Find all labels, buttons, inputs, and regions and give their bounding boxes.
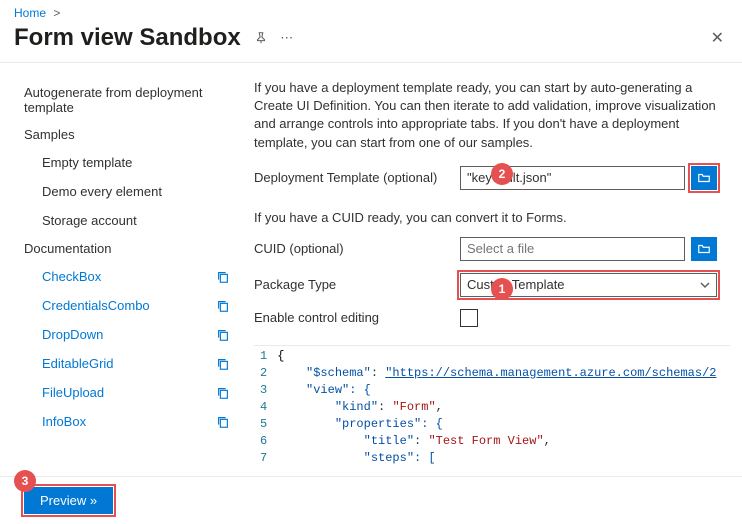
field-label: CUID (optional) (254, 241, 454, 256)
sidebar-item-dropdown[interactable]: DropDown (24, 320, 238, 349)
sidebar-item-label: InfoBox (42, 414, 86, 429)
field-enable-editing: Enable control editing (254, 309, 730, 327)
folder-icon (697, 242, 711, 256)
sidebar-item-label: Demo every element (42, 184, 162, 199)
preview-button[interactable]: Preview » (24, 487, 113, 514)
sidebar-group-documentation[interactable]: Documentation (24, 235, 238, 262)
copy-icon[interactable] (216, 299, 230, 313)
main-content: If you have a deployment template ready,… (246, 63, 742, 493)
copy-icon[interactable] (216, 415, 230, 429)
sidebar-item-checkbox[interactable]: CheckBox (24, 262, 238, 291)
sidebar-item-label: EditableGrid (42, 356, 114, 371)
footer: Preview » (0, 476, 742, 524)
callout-1: 1 (491, 278, 513, 300)
sidebar-item-demo-every-element[interactable]: Demo every element (24, 177, 238, 206)
sidebar-item-label: DropDown (42, 327, 103, 342)
sidebar-item-label: CheckBox (42, 269, 101, 284)
sidebar-item-label: CredentialsCombo (42, 298, 150, 313)
cuid-hint: If you have a CUID ready, you can conver… (254, 210, 730, 225)
field-cuid: CUID (optional) (254, 237, 730, 261)
breadcrumb: Home > (0, 0, 742, 22)
sidebar-item-credentialscombo[interactable]: CredentialsCombo (24, 291, 238, 320)
callout-2: 2 (491, 163, 513, 185)
sidebar-item-label: FileUpload (42, 385, 104, 400)
chevron-right-icon: > (53, 6, 60, 20)
cuid-input[interactable] (460, 237, 685, 261)
chevron-down-icon (700, 280, 710, 290)
folder-icon (697, 171, 711, 185)
enable-editing-checkbox[interactable] (460, 309, 478, 327)
field-label: Enable control editing (254, 310, 454, 325)
copy-icon[interactable] (216, 386, 230, 400)
sidebar-item-editablegrid[interactable]: EditableGrid (24, 349, 238, 378)
browse-cuid-button[interactable] (691, 237, 717, 261)
sidebar-item-empty-template[interactable]: Empty template (24, 148, 238, 177)
more-icon[interactable]: ⋯ (279, 30, 295, 46)
sidebar-item-storage-account[interactable]: Storage account (24, 206, 238, 235)
copy-icon[interactable] (216, 357, 230, 371)
copy-icon[interactable] (216, 328, 230, 342)
sidebar-item-infobox[interactable]: InfoBox (24, 407, 238, 436)
breadcrumb-home[interactable]: Home (14, 6, 46, 20)
select-value: CustomTemplate (467, 277, 565, 292)
sidebar-group-samples[interactable]: Samples (24, 121, 238, 148)
pin-icon[interactable] (253, 30, 269, 46)
browse-deployment-button[interactable] (691, 166, 717, 190)
sidebar-item-fileupload[interactable]: FileUpload (24, 378, 238, 407)
callout-3: 3 (14, 470, 36, 492)
line-gutter: 1234567 (254, 346, 277, 493)
code-content[interactable]: { "$schema": "https://schema.management.… (277, 346, 716, 493)
copy-icon[interactable] (216, 270, 230, 284)
field-label: Package Type (254, 277, 454, 292)
intro-text: If you have a deployment template ready,… (254, 79, 730, 152)
close-icon[interactable]: ✕ (707, 24, 728, 52)
sidebar-item-label: Storage account (42, 213, 137, 228)
page-title: Form view Sandbox (14, 24, 241, 52)
sidebar-item-label: Empty template (42, 155, 132, 170)
sidebar: Autogenerate from deployment template Sa… (0, 63, 246, 493)
field-label: Deployment Template (optional) (254, 170, 454, 185)
code-editor[interactable]: 1234567 { "$schema": "https://schema.man… (254, 345, 730, 493)
page-header: Form view Sandbox ⋯ ✕ (0, 22, 742, 63)
sidebar-autogenerate[interactable]: Autogenerate from deployment template (24, 79, 238, 121)
